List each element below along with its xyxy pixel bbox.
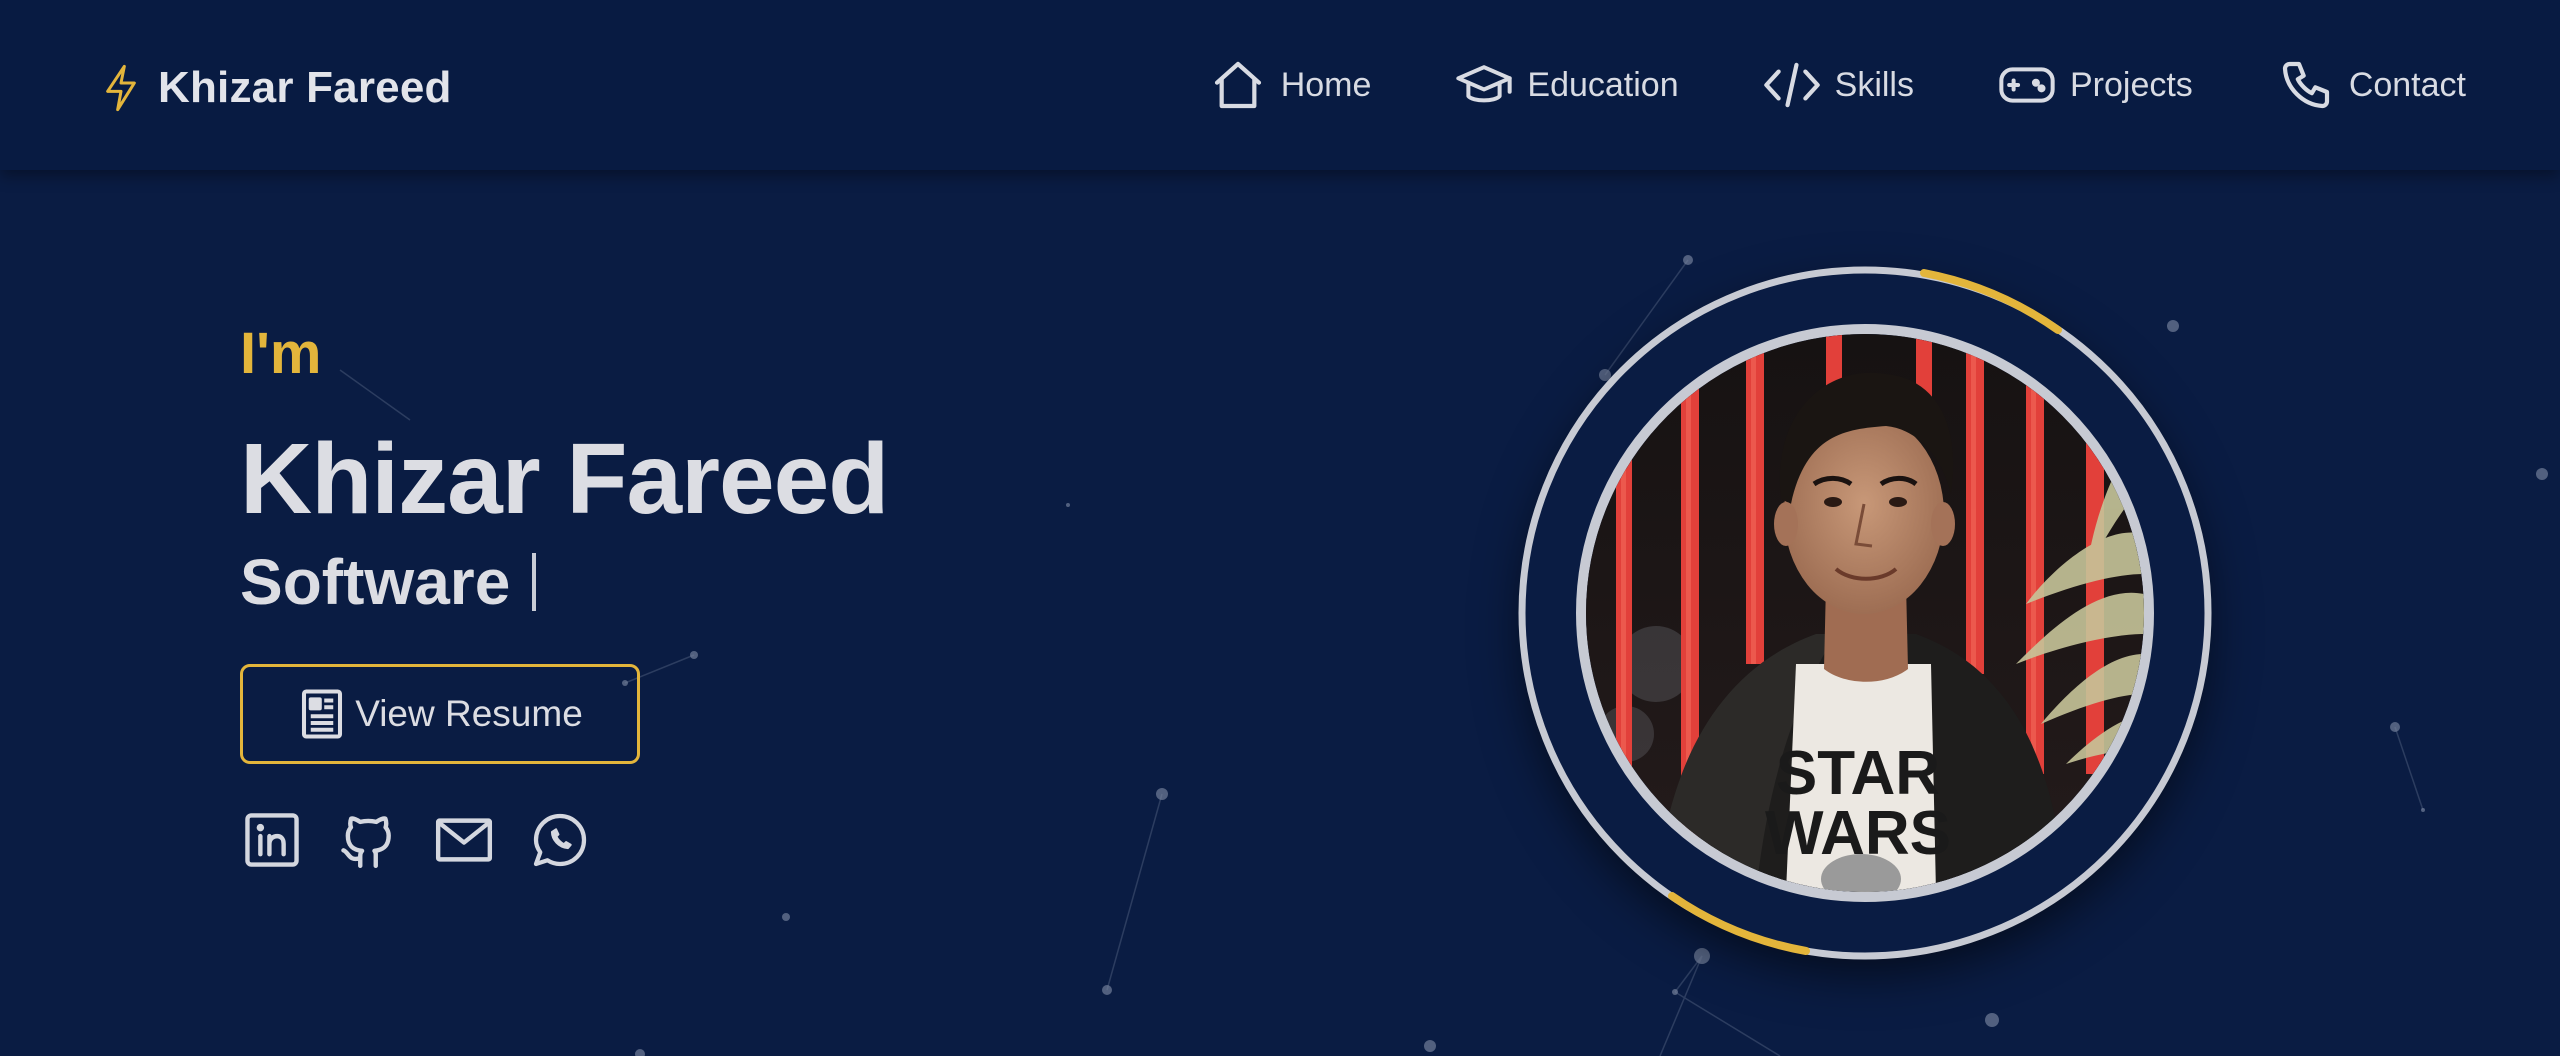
nav-label-education: Education	[1527, 65, 1679, 104]
code-icon	[1763, 56, 1821, 114]
nav-label-home: Home	[1280, 65, 1372, 104]
typing-cursor	[532, 553, 537, 611]
nav-item-projects[interactable]: Projects	[1998, 56, 2193, 114]
view-resume-label: View Resume	[355, 693, 583, 734]
profile-photo-illustration: STAR WARS	[1586, 334, 2144, 892]
main-nav: Home Education Skills Projects Contact	[1209, 54, 2466, 116]
nav-label-projects: Projects	[2069, 65, 2193, 104]
brand-name: Khizar Fareed	[158, 63, 452, 112]
linkedin-icon[interactable]	[240, 808, 304, 872]
nav-item-education[interactable]: Education	[1455, 56, 1679, 114]
mail-icon[interactable]	[432, 808, 496, 872]
brand-logo[interactable]: Khizar Fareed	[98, 55, 452, 121]
lightning-bolt-icon	[98, 60, 144, 116]
gamepad-icon	[1998, 56, 2056, 114]
profile-avatar: STAR WARS	[1514, 262, 2216, 964]
role-text: Software	[240, 546, 511, 618]
profile-photo: STAR WARS	[1576, 324, 2154, 902]
phone-icon	[2277, 56, 2335, 114]
nav-item-skills[interactable]: Skills	[1763, 56, 1914, 114]
portfolio-page: Khizar Fareed Home Education Skills Proj…	[0, 0, 2560, 1056]
github-icon[interactable]	[336, 808, 400, 872]
intro-text: I'm	[240, 321, 322, 386]
nav-item-home[interactable]: Home	[1209, 56, 1372, 114]
hero-intro: I'm Khizar Fareed Software View Resume	[240, 318, 889, 872]
nav-label-contact: Contact	[2348, 65, 2466, 104]
graduation-cap-icon	[1455, 56, 1513, 114]
whatsapp-icon[interactable]	[528, 808, 592, 872]
nav-label-skills: Skills	[1834, 65, 1914, 104]
resume-document-icon	[297, 686, 347, 742]
nav-item-contact[interactable]: Contact	[2277, 56, 2466, 114]
social-links	[240, 808, 888, 872]
svg-text:STAR: STAR	[1776, 739, 1940, 808]
home-icon	[1209, 56, 1267, 114]
view-resume-button[interactable]: View Resume	[240, 664, 640, 764]
navbar: Khizar Fareed Home Education Skills Proj…	[0, 0, 2560, 170]
typewriter-role: Software	[240, 542, 888, 622]
hero-name: Khizar Fareed	[240, 423, 889, 535]
